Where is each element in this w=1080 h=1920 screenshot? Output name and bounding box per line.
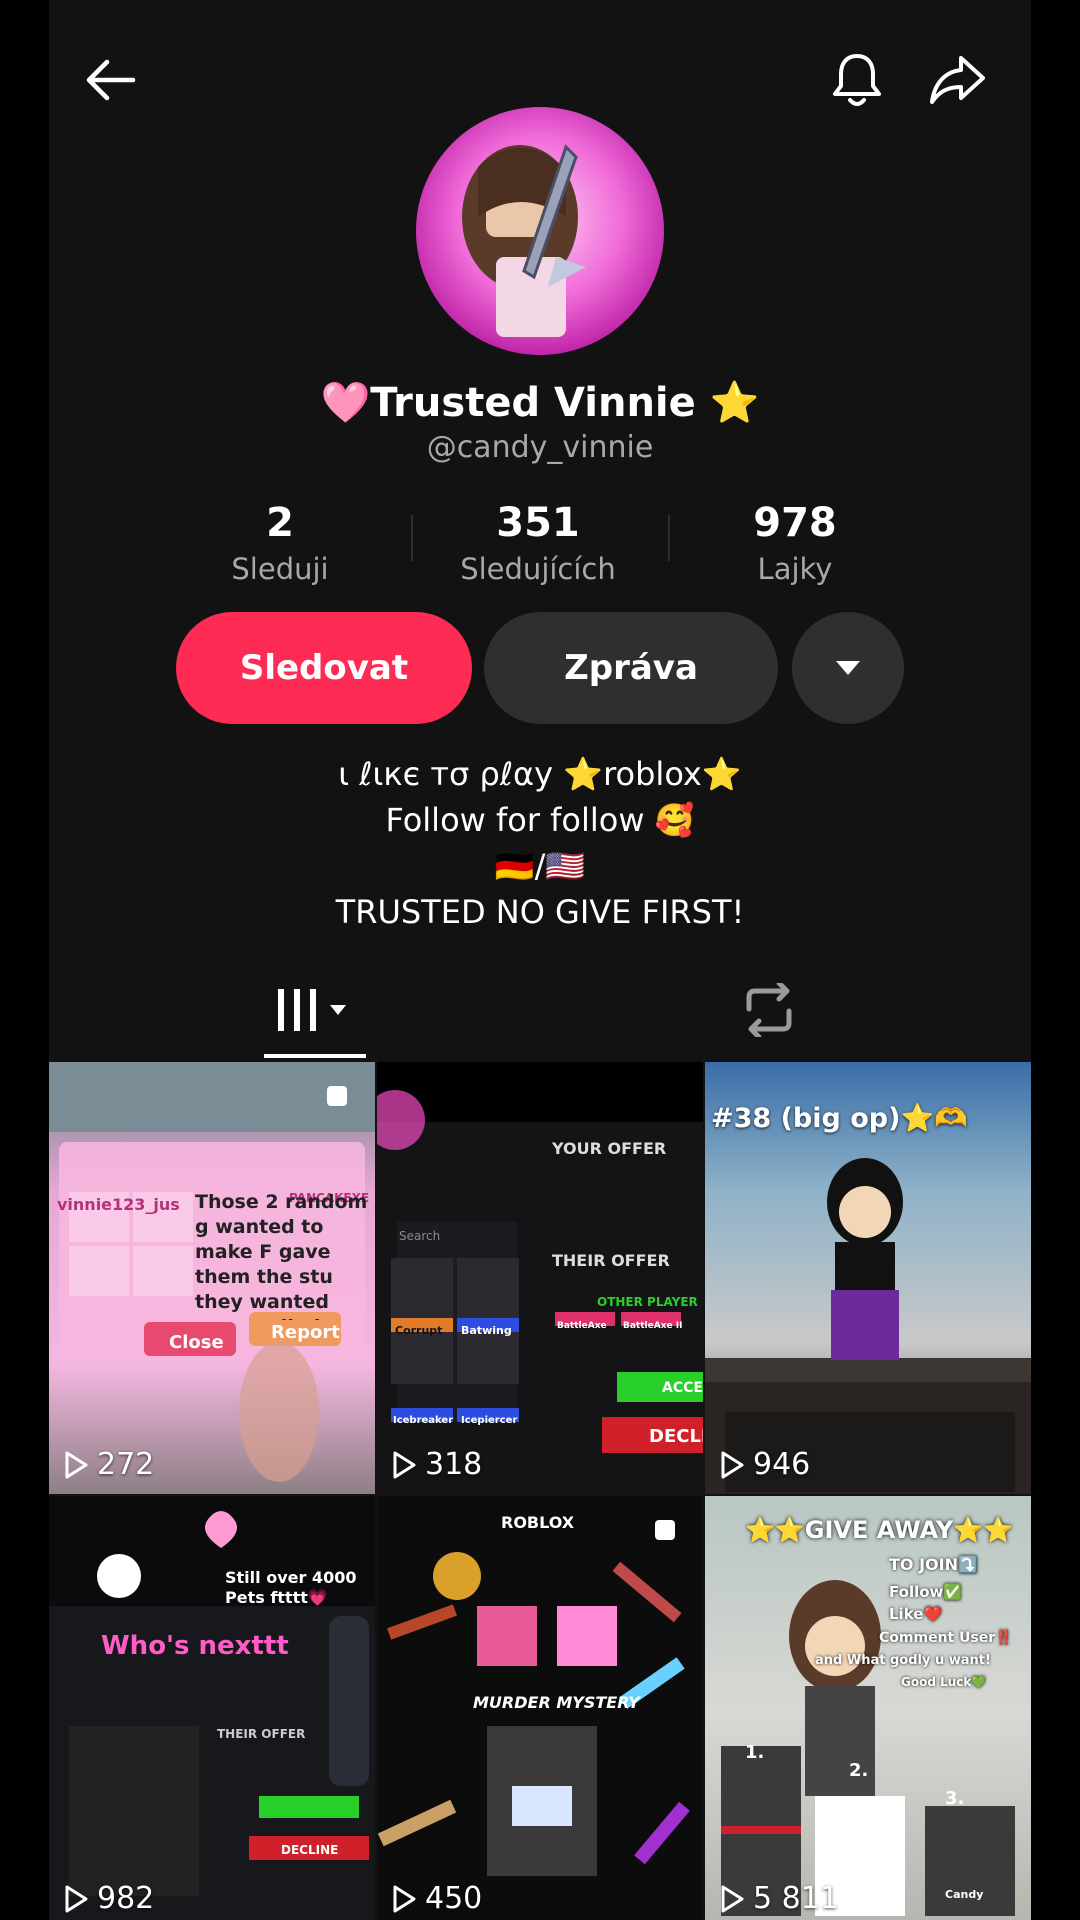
display-name: 🩷Trusted Vinnie ⭐ bbox=[320, 380, 760, 426]
tile-ui-label: THEIR OFFER bbox=[552, 1251, 670, 1270]
tile-overlay-text: Those 2 random g wanted to make F gave t… bbox=[195, 1191, 368, 1320]
view-count: 946 bbox=[719, 1447, 810, 1482]
stat-followers-value: 351 bbox=[496, 500, 580, 546]
suggested-accounts-button[interactable] bbox=[792, 612, 904, 724]
video-tile[interactable]: ROBLOX MURDER MYSTERY 450 bbox=[377, 1496, 703, 1920]
play-icon bbox=[721, 1885, 744, 1912]
tile-ui-label: Icepiercer bbox=[461, 1415, 518, 1426]
tile-ui-label: Icebreaker bbox=[393, 1415, 454, 1426]
tile-ui-label: OTHER PLAYER bbox=[597, 1295, 698, 1309]
view-count-value: 450 bbox=[425, 1881, 483, 1916]
stat-likes-value: 978 bbox=[753, 500, 837, 546]
view-count-value: 318 bbox=[425, 1447, 483, 1482]
bio-line: Follow for follow 🥰 bbox=[385, 801, 695, 839]
stat-divider bbox=[411, 515, 413, 561]
tile-ui-label: Corrupt bbox=[395, 1324, 443, 1337]
stat-following[interactable]: 2 Sleduji bbox=[170, 498, 390, 590]
tile-ui-label: 2. bbox=[849, 1760, 869, 1781]
tile-ui-label: DECLI bbox=[649, 1426, 703, 1447]
share-button[interactable] bbox=[917, 40, 997, 120]
tile-ui-label: BattleAxe II bbox=[623, 1321, 683, 1331]
video-tile[interactable]: vinnie123_jus PANCAKEXE Those 2 random g… bbox=[49, 1062, 375, 1494]
video-title-overlay: ⭐⭐GIVE AWAY⭐⭐ bbox=[745, 1516, 1014, 1544]
view-count: 318 bbox=[391, 1447, 482, 1482]
video-tile[interactable]: #38 (big op)⭐🫶 946 bbox=[705, 1062, 1031, 1494]
tile-ui-label: ROBLOX bbox=[501, 1513, 575, 1532]
view-count-value: 982 bbox=[97, 1881, 155, 1916]
notifications-button[interactable] bbox=[817, 40, 897, 120]
share-icon bbox=[930, 56, 985, 104]
bio-line: TRUSTED NO GIVE FIRST! bbox=[335, 893, 745, 931]
view-count: 450 bbox=[391, 1881, 482, 1916]
bell-icon bbox=[833, 54, 881, 106]
tile-ui-label: BattleAxe bbox=[557, 1321, 607, 1331]
tile-ui-label: vinnie123_jus bbox=[57, 1195, 180, 1214]
tile-ui-label: ACCE bbox=[662, 1380, 703, 1396]
tab-videos[interactable] bbox=[264, 980, 364, 1040]
tile-ui-label: Search bbox=[399, 1229, 441, 1243]
video-tile[interactable]: Still over 4000 Pets ftttt💗 Who's nexttt… bbox=[49, 1496, 375, 1920]
tab-reposts[interactable] bbox=[729, 980, 809, 1040]
pinned-icon bbox=[327, 1086, 347, 1106]
bio-line: ι ℓιкє тσ ρℓαу ⭐roblox⭐ bbox=[338, 755, 742, 793]
tile-ui-label: THEIR OFFER bbox=[217, 1727, 306, 1741]
username-handle: @candy_vinnie bbox=[426, 430, 654, 465]
pinned-icon bbox=[655, 1520, 675, 1540]
play-icon bbox=[393, 1451, 416, 1478]
tile-ui-label: MURDER MYSTERY bbox=[473, 1693, 640, 1712]
tile-ui-label: Close bbox=[169, 1332, 224, 1353]
tile-ui-label: TO JOIN⤵️ bbox=[889, 1555, 978, 1574]
tile-ui-label: Candy bbox=[945, 1888, 984, 1901]
stat-followers-label: Sledujících bbox=[460, 552, 616, 586]
tile-ui-label: 3. bbox=[945, 1788, 965, 1809]
play-icon bbox=[721, 1451, 744, 1478]
tile-ui-label: Batwing bbox=[461, 1324, 512, 1337]
stat-likes-label: Lajky bbox=[757, 552, 833, 586]
play-icon bbox=[65, 1885, 88, 1912]
tile-ui-label: Like❤️ bbox=[889, 1605, 943, 1623]
tile-ui-label: Good Luck💚 bbox=[901, 1675, 987, 1689]
profile-tabs bbox=[49, 960, 1031, 1060]
video-title-overlay: Who's nexttt bbox=[101, 1631, 289, 1661]
view-count: 982 bbox=[63, 1881, 154, 1916]
tile-ui-label: YOUR OFFER bbox=[552, 1139, 667, 1158]
stat-following-label: Sleduji bbox=[231, 552, 329, 586]
tile-ui-label: Report bbox=[271, 1322, 340, 1343]
video-tile[interactable]: ⭐⭐GIVE AWAY⭐⭐ TO JOIN⤵️ Follow✅ Like❤️ C… bbox=[705, 1496, 1031, 1920]
view-count-value: 5 811 bbox=[753, 1881, 839, 1916]
arrow-left-icon bbox=[86, 59, 136, 101]
view-count-value: 946 bbox=[753, 1447, 811, 1482]
view-count: 272 bbox=[63, 1447, 154, 1482]
stat-following-value: 2 bbox=[266, 500, 294, 546]
caret-down-icon bbox=[836, 661, 860, 675]
view-count: 5 811 bbox=[719, 1881, 839, 1916]
tile-overlay-text: Still over 4000 Pets ftttt💗 bbox=[225, 1568, 357, 1607]
stat-divider bbox=[668, 515, 670, 561]
play-icon bbox=[65, 1451, 88, 1478]
avatar[interactable] bbox=[416, 107, 664, 355]
play-icon bbox=[393, 1885, 416, 1912]
repost-icon bbox=[746, 983, 792, 1037]
stat-followers[interactable]: 351 Sledujících bbox=[428, 498, 648, 590]
stat-likes[interactable]: 978 Lajky bbox=[685, 498, 905, 590]
video-caption: #38 (big op)⭐🫶 bbox=[711, 1103, 968, 1134]
bio-line: 🇩🇪/🇺🇸 bbox=[494, 847, 586, 885]
active-tab-indicator bbox=[264, 1054, 366, 1058]
back-button[interactable] bbox=[71, 40, 151, 120]
avatar-roblox-character-image bbox=[462, 144, 586, 337]
view-count-value: 272 bbox=[97, 1447, 155, 1482]
profile-screen: 🩷Trusted Vinnie ⭐ @candy_vinnie 2 Sleduj… bbox=[49, 0, 1031, 1920]
tile-ui-label: DECLINE bbox=[281, 1843, 339, 1857]
tile-ui-label: 1. bbox=[745, 1742, 765, 1763]
video-tile[interactable]: YOUR OFFER THEIR OFFER Search Corrupt Ba… bbox=[377, 1062, 703, 1494]
video-thumbnail-image bbox=[721, 1580, 1015, 1916]
message-button[interactable]: Zpráva bbox=[484, 612, 778, 724]
follow-button[interactable]: Sledovat bbox=[176, 612, 472, 724]
grid-bars-icon bbox=[278, 989, 346, 1031]
